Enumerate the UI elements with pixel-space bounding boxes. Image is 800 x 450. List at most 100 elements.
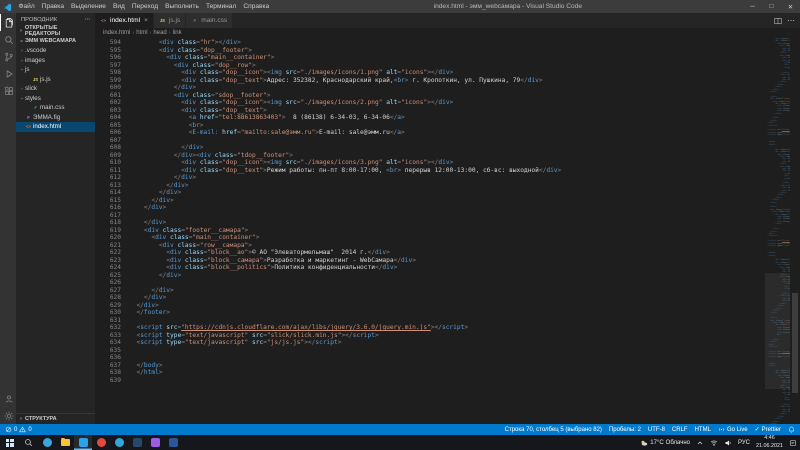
source-control-activity-button[interactable] (0, 48, 16, 65)
code-line[interactable]: 619 <div class="footer__самара"> (95, 227, 765, 235)
code-line[interactable]: 636 (95, 354, 765, 362)
eol-setting[interactable]: CRLF (672, 427, 688, 433)
code-line[interactable]: 639 (95, 377, 765, 385)
notification-center-button[interactable] (786, 435, 800, 450)
folder-section[interactable]: › ЭММ WEBСАМАРА (16, 36, 95, 46)
taskbar-app-photoshop[interactable] (128, 435, 146, 450)
code-line[interactable]: 609 </div><div class="tdop__footer"> (95, 152, 765, 160)
formatter-indicator[interactable]: ✓ Prettier (755, 426, 781, 434)
menu-item-2[interactable]: Выделение (68, 3, 110, 10)
code-line[interactable]: 629 </div> (95, 302, 765, 310)
go-live-button[interactable]: Go Live (718, 426, 748, 433)
breadcrumb-item[interactable]: link (173, 30, 182, 36)
breadcrumb-item[interactable]: index.html (103, 30, 130, 36)
code-line[interactable]: 625 </div> (95, 272, 765, 280)
code-line[interactable]: 595 <div class="dop__footer"> (95, 47, 765, 55)
code-line[interactable]: 603 <div class="dop__text"> (95, 107, 765, 115)
tree-item[interactable]: <> index.html (16, 122, 95, 132)
code-line[interactable]: 607 (95, 137, 765, 145)
problems-indicator[interactable]: 0 0 (5, 426, 32, 433)
search-activity-button[interactable] (0, 31, 16, 48)
code-line[interactable]: 598 <div class="dop__icon"><img src="./i… (95, 69, 765, 77)
menu-item-3[interactable]: Вид (109, 3, 128, 10)
explorer-activity-button[interactable] (0, 14, 16, 31)
code-line[interactable]: 614 </div> (95, 189, 765, 197)
split-editor-icon[interactable] (774, 17, 782, 25)
taskbar-app-chrome[interactable] (92, 435, 110, 450)
language-indicator[interactable]: РУС (735, 435, 753, 450)
tree-item[interactable]: F ЭММА.fig (16, 113, 95, 123)
code-line[interactable]: 628 </div> (95, 294, 765, 302)
code-line[interactable]: 601 <div class="sdop__footer"> (95, 92, 765, 100)
tree-item[interactable]: › slick (16, 84, 95, 94)
code-line[interactable]: 616 </div> (95, 204, 765, 212)
run-debug-activity-button[interactable] (0, 65, 16, 82)
scrollbar-thumb[interactable] (792, 292, 798, 394)
close-button[interactable]: ✕ (781, 0, 800, 13)
settings-button[interactable] (0, 407, 16, 424)
menu-item-4[interactable]: Переход (128, 3, 161, 10)
code-line[interactable]: 608 </div> (95, 144, 765, 152)
taskbar-app-telegram[interactable] (110, 435, 128, 450)
code-line[interactable]: 631 (95, 317, 765, 325)
indentation-setting[interactable]: Пробелы: 2 (609, 427, 641, 433)
editor-tab[interactable]: # main.css (186, 13, 234, 28)
encoding-setting[interactable]: UTF-8 (648, 427, 665, 433)
code-line[interactable]: 600 </div> (95, 84, 765, 92)
tree-item[interactable]: › js (16, 65, 95, 75)
menu-item-6[interactable]: Терминал (202, 3, 239, 10)
editor-tab[interactable]: <> index.html × (95, 13, 154, 28)
account-button[interactable] (0, 390, 16, 407)
open-editors-section[interactable]: › ОТКРЫТЫЕ РЕДАКТОРЫ (16, 25, 95, 37)
tree-item[interactable]: › styles (16, 94, 95, 104)
code-line[interactable]: 606 <E-mail: href="mailto:sale@эмм.ru">E… (95, 129, 765, 137)
vertical-scrollbar[interactable] (790, 38, 800, 424)
code-line[interactable]: 627 </div> (95, 287, 765, 295)
hidden-icons-button[interactable] (693, 435, 707, 450)
code-line[interactable]: 620 <div class="main__container"> (95, 234, 765, 242)
code-line[interactable]: 632 <script src="https://cdnjs.cloudflar… (95, 324, 765, 332)
menu-item-7[interactable]: Справка (240, 3, 273, 10)
code-line[interactable]: 594 <div class="hr"></div> (95, 39, 765, 47)
code-line[interactable]: 635 (95, 347, 765, 355)
more-actions-icon[interactable]: ⋯ (787, 16, 795, 24)
taskbar-app-file-explorer[interactable] (56, 435, 74, 450)
code-line[interactable]: 602 <div class="dop__icon"><img src="./i… (95, 99, 765, 107)
breadcrumb-item[interactable]: head (153, 30, 166, 36)
code-line[interactable]: 630 </footer> (95, 309, 765, 317)
code-line[interactable]: 624 <div class="block__politics">Политик… (95, 264, 765, 272)
minimap-slider[interactable] (765, 273, 790, 390)
code-line[interactable]: 621 <div class="row__самара"> (95, 242, 765, 250)
tree-item[interactable]: › .vscode (16, 46, 95, 56)
taskbar-app-word[interactable] (164, 435, 182, 450)
maximize-button[interactable]: □ (762, 0, 781, 13)
code-line[interactable]: 605 <br> (95, 122, 765, 130)
breadcrumb-item[interactable]: html (136, 30, 147, 36)
editor-tab[interactable]: JS js.js (153, 13, 187, 28)
outline-section[interactable]: › СТРУКТУРА (16, 413, 95, 424)
code-area[interactable]: 594 <div class="hr"></div> 595 <div class… (95, 38, 765, 424)
code-line[interactable]: 599 <div class="dop__text">Адрес: 352382… (95, 77, 765, 85)
tree-item[interactable]: # main.css (16, 103, 95, 113)
code-line[interactable]: 618 </div> (95, 219, 765, 227)
minimap[interactable]: <div class="hr"></div> <div class="dop__… (765, 38, 790, 424)
code-line[interactable]: 622 <div class="block__ао">© АО "Элевато… (95, 249, 765, 257)
minimize-button[interactable]: ─ (743, 0, 762, 13)
code-line[interactable]: 604 <a href="tel:88613863403"> 8 (86138)… (95, 114, 765, 122)
code-line[interactable]: 611 <div class="dop__text">Режим работы:… (95, 167, 765, 175)
code-line[interactable]: 613 </div> (95, 182, 765, 190)
tree-item[interactable]: › images (16, 56, 95, 66)
code-line[interactable]: 596 <div class="main__container"> (95, 54, 765, 62)
code-line[interactable]: 637 </body> (95, 362, 765, 370)
code-line[interactable]: 615 </div> (95, 197, 765, 205)
code-editor[interactable]: 594 <div class="hr"></div> 595 <div class… (95, 38, 800, 424)
code-line[interactable]: 623 <div class="block__самара">Разработк… (95, 257, 765, 265)
code-line[interactable]: 634 <script type="text/javascript" src="… (95, 339, 765, 347)
code-line[interactable]: 597 <div class="dop__row"> (95, 62, 765, 70)
code-line[interactable]: 610 <div class="dop__icon"><img src="./i… (95, 159, 765, 167)
clock[interactable]: 4:46 21.06.2021 (753, 435, 786, 450)
cursor-position[interactable]: Строка 70, столбец 5 (выбрано 82) (505, 427, 602, 433)
code-line[interactable]: 617 (95, 212, 765, 220)
taskbar-app-vscode[interactable] (74, 435, 92, 450)
start-button[interactable] (0, 435, 19, 450)
